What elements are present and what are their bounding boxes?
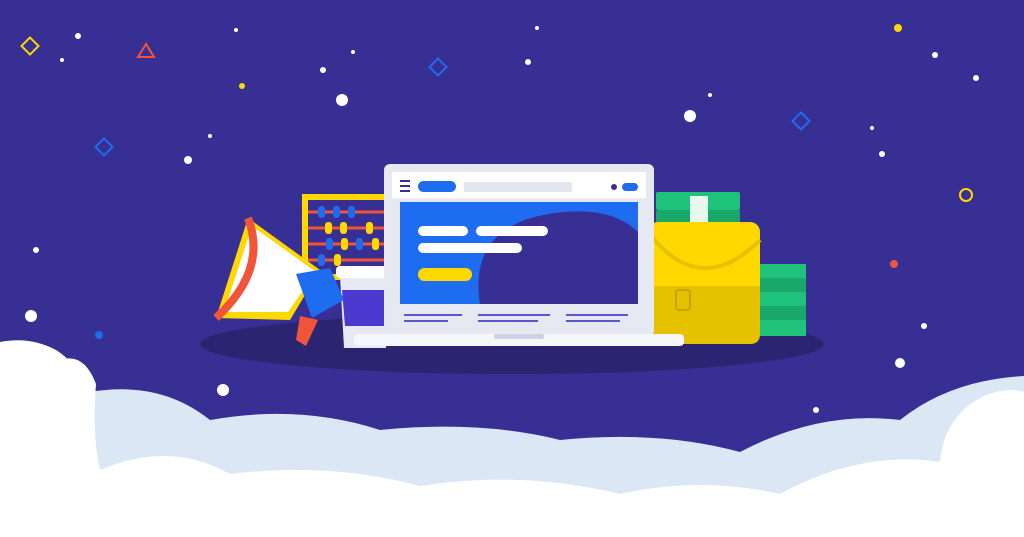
star	[75, 33, 81, 39]
star	[60, 58, 64, 62]
star	[535, 26, 539, 30]
star	[217, 384, 229, 396]
star	[25, 310, 37, 322]
star	[813, 407, 819, 413]
headline-line	[476, 226, 548, 236]
headline-line	[418, 226, 468, 236]
laptop-icon	[354, 164, 684, 346]
hamburger-menu-icon	[400, 180, 410, 192]
briefcase-icon	[646, 222, 762, 344]
star	[336, 94, 348, 106]
star	[895, 358, 905, 368]
yellow-star	[239, 83, 245, 89]
star	[208, 134, 212, 138]
star	[684, 110, 696, 122]
yellow-star	[894, 24, 902, 32]
star	[708, 93, 712, 97]
star	[525, 59, 531, 65]
star	[351, 50, 355, 54]
laptop-hinge-notch	[494, 334, 544, 339]
blue-star	[95, 331, 103, 339]
cloud-left-bump	[0, 340, 86, 537]
star	[33, 247, 39, 253]
headline-line	[418, 243, 522, 253]
star	[973, 75, 979, 81]
logo-pill	[418, 181, 456, 192]
nav-dot	[611, 184, 617, 190]
red-star	[890, 260, 898, 268]
star	[921, 323, 927, 329]
star	[879, 151, 885, 157]
star	[320, 67, 326, 73]
nav-button-pill	[622, 183, 638, 191]
address-bar	[464, 182, 572, 192]
illustration-scene	[0, 0, 1024, 537]
cta-pill	[418, 268, 472, 281]
star	[870, 126, 874, 130]
star	[932, 52, 938, 58]
star	[184, 156, 192, 164]
star	[234, 28, 238, 32]
